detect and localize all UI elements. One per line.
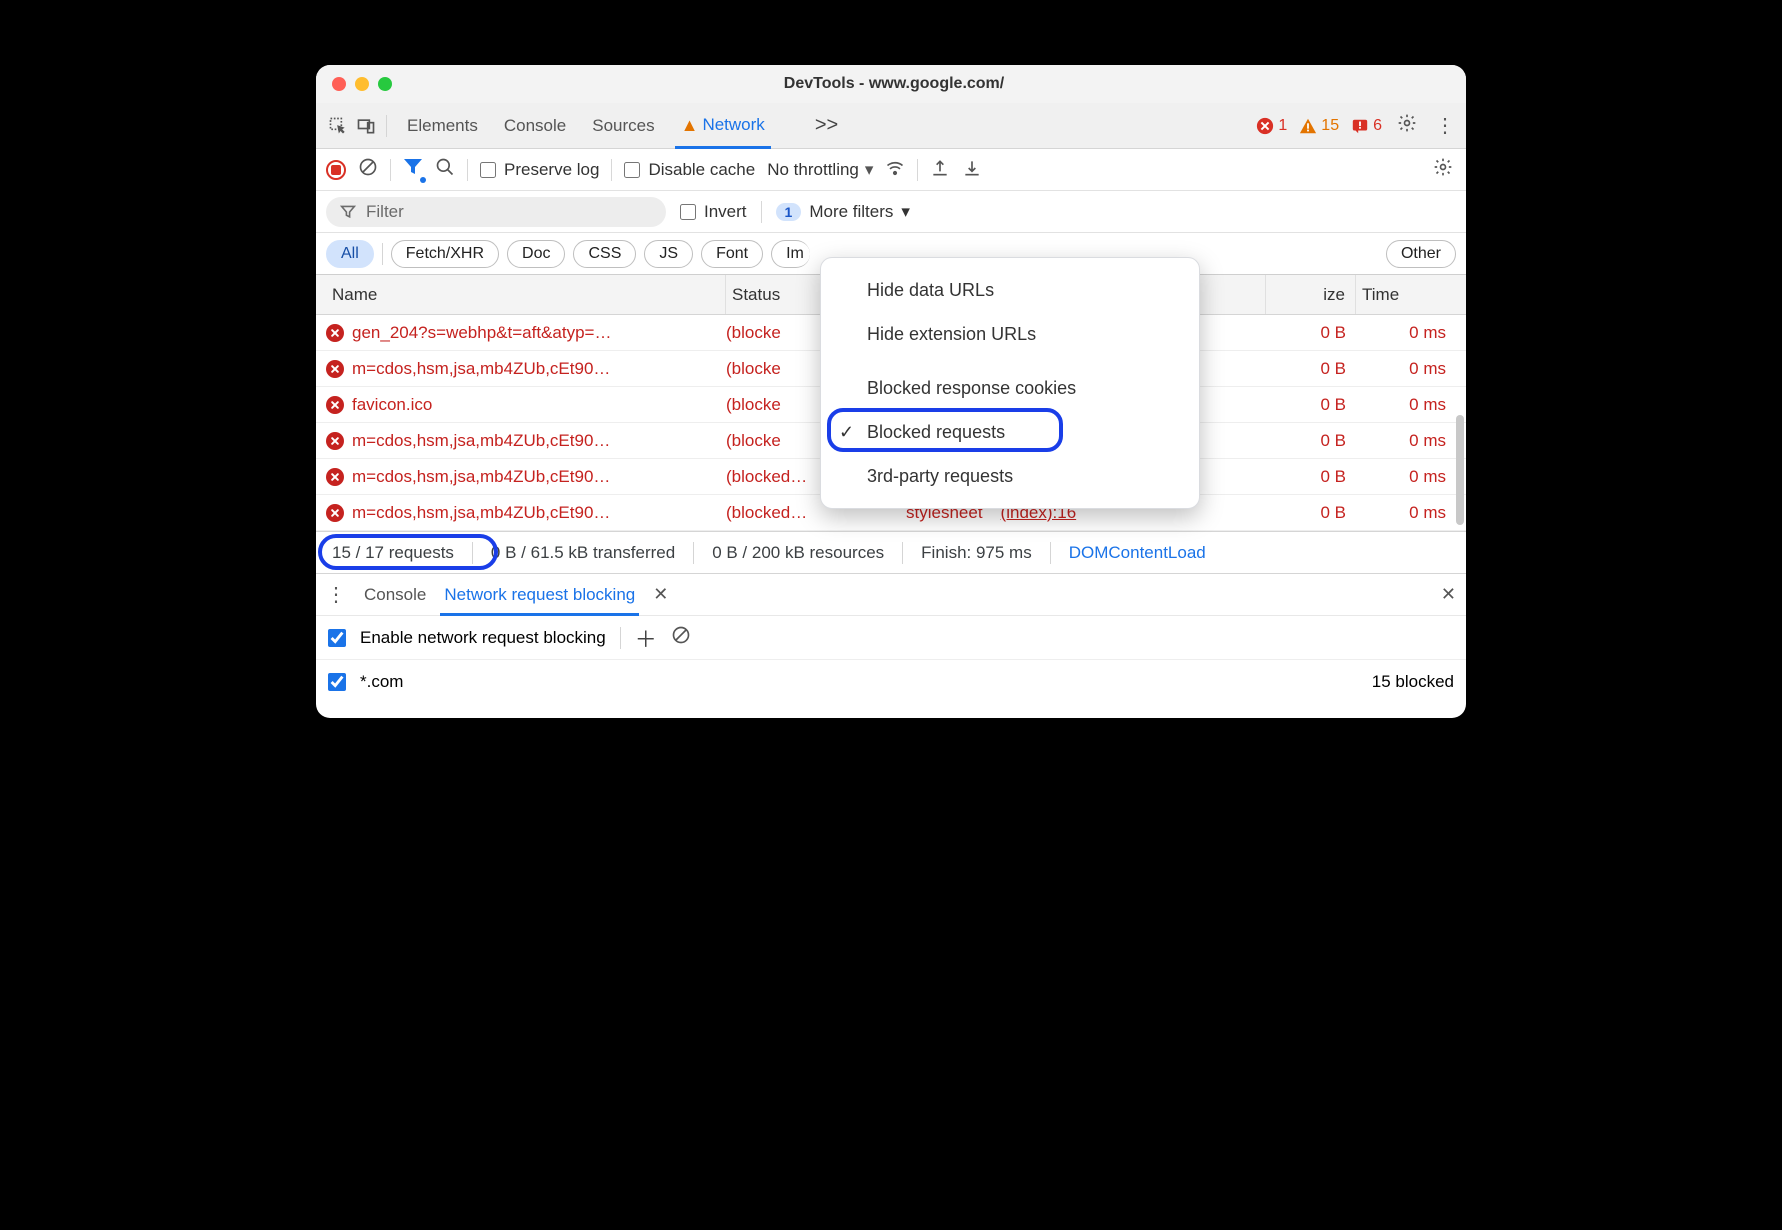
error-icon [326,468,344,486]
drawer-tab-console[interactable]: Console [364,575,426,615]
col-time[interactable]: Time [1356,275,1456,314]
resources-size: 0 B / 200 kB resources [712,543,884,563]
filter-bar: Filter Invert 1 More filters ▾ [316,191,1466,233]
export-har-icon[interactable] [930,158,950,181]
remove-all-patterns-button[interactable] [671,625,691,651]
more-options-icon[interactable]: ⋮ [1432,113,1458,138]
zoom-window-button[interactable] [378,77,392,91]
window-title: DevTools - www.google.com/ [392,75,1396,93]
scrollbar[interactable] [1456,415,1464,525]
chip-fetch-xhr[interactable]: Fetch/XHR [391,240,499,268]
filter-count-badge: 1 [776,203,802,221]
check-icon: ✓ [839,422,854,443]
pattern-blocked-count: 15 blocked [1372,672,1454,692]
titlebar: DevTools - www.google.com/ [316,65,1466,103]
issues-badge[interactable]: 6 [1351,117,1382,135]
disable-cache-checkbox[interactable]: Disable cache [624,160,755,180]
panel-tabs: Elements Console Sources ▲Network >> [407,103,838,148]
inspect-icon[interactable] [324,116,352,136]
network-conditions-icon[interactable] [885,158,905,181]
clear-button[interactable] [358,157,378,183]
close-window-button[interactable] [332,77,346,91]
status-badges: 1 15 6 ⋮ [1256,113,1458,139]
pattern-enabled-checkbox[interactable] [328,673,346,691]
warning-icon: ▲ [681,115,699,135]
transferred-size: 0 B / 61.5 kB transferred [491,543,675,563]
chip-font[interactable]: Font [701,240,763,268]
close-drawer-icon[interactable]: ✕ [1441,584,1456,605]
more-filters-dropdown: Hide data URLs Hide extension URLs Block… [820,257,1200,509]
blocking-toolbar: Enable network request blocking ＋ [316,616,1466,660]
chip-js[interactable]: JS [644,240,693,268]
error-icon [326,432,344,450]
requests-count: 15 / 17 requests [326,543,454,563]
drawer-tabs: ⋮ Console Network request blocking ✕ ✕ [316,573,1466,615]
record-button[interactable] [326,160,346,180]
network-settings-icon[interactable] [1430,157,1456,183]
warnings-badge[interactable]: 15 [1299,117,1339,135]
finish-time: Finish: 975 ms [921,543,1032,563]
filter-blocked-cookies[interactable]: Blocked response cookies [821,366,1199,410]
chip-all[interactable]: All [326,240,374,268]
enable-blocking-label: Enable network request blocking [360,628,606,648]
chip-css[interactable]: CSS [573,240,636,268]
error-icon [326,360,344,378]
throttling-select[interactable]: No throttling ▾ [767,160,873,180]
network-toolbar: Preserve log Disable cache No throttling… [316,149,1466,191]
chip-img[interactable]: Im [771,240,810,268]
filter-blocked-requests[interactable]: ✓ Blocked requests [821,410,1199,454]
caret-down-icon: ▾ [865,160,874,180]
blocking-pattern-row[interactable]: *.com 15 blocked [316,660,1466,704]
drawer-body: Enable network request blocking ＋ *.com … [316,615,1466,718]
drawer-more-icon[interactable]: ⋮ [326,582,346,607]
panel-tabs-bar: Elements Console Sources ▲Network >> 1 1… [316,103,1466,149]
caret-down-icon: ▾ [901,202,910,222]
settings-icon[interactable] [1394,113,1420,139]
filter-toggle-icon[interactable] [403,158,423,181]
more-tabs-button[interactable]: >> [815,114,838,137]
device-toolbar-icon[interactable] [352,116,380,136]
error-icon [326,324,344,342]
col-name[interactable]: Name [326,275,726,314]
tab-console[interactable]: Console [504,104,566,148]
enable-blocking-checkbox[interactable] [328,629,346,647]
error-icon [326,504,344,522]
pattern-text: *.com [360,672,403,692]
filter-input[interactable]: Filter [326,197,666,227]
errors-badge[interactable]: 1 [1256,117,1287,135]
add-pattern-button[interactable]: ＋ [635,622,657,654]
minimize-window-button[interactable] [355,77,369,91]
more-filters-button[interactable]: 1 More filters ▾ [776,202,910,222]
tab-elements[interactable]: Elements [407,104,478,148]
close-tab-icon[interactable]: ✕ [653,584,668,605]
filter-hide-extension-urls[interactable]: Hide extension URLs [821,312,1199,356]
preserve-log-checkbox[interactable]: Preserve log [480,160,599,180]
tab-sources[interactable]: Sources [592,104,654,148]
window-controls [332,77,392,91]
import-har-icon[interactable] [962,158,982,181]
domcontentloaded-time: DOMContentLoad [1069,543,1206,563]
invert-checkbox[interactable]: Invert [680,202,747,222]
error-icon [326,396,344,414]
devtools-window: DevTools - www.google.com/ Elements Cons… [316,65,1466,718]
drawer-tab-blocking[interactable]: Network request blocking [444,575,635,615]
tab-network[interactable]: ▲Network [681,103,765,148]
chip-other[interactable]: Other [1386,240,1456,268]
filter-third-party[interactable]: 3rd-party requests [821,454,1199,498]
filter-hide-data-urls[interactable]: Hide data URLs [821,268,1199,312]
chip-doc[interactable]: Doc [507,240,565,268]
col-size[interactable]: ize [1266,275,1356,314]
search-icon[interactable] [435,157,455,182]
network-status-bar: 15 / 17 requests 0 B / 61.5 kB transferr… [316,531,1466,573]
